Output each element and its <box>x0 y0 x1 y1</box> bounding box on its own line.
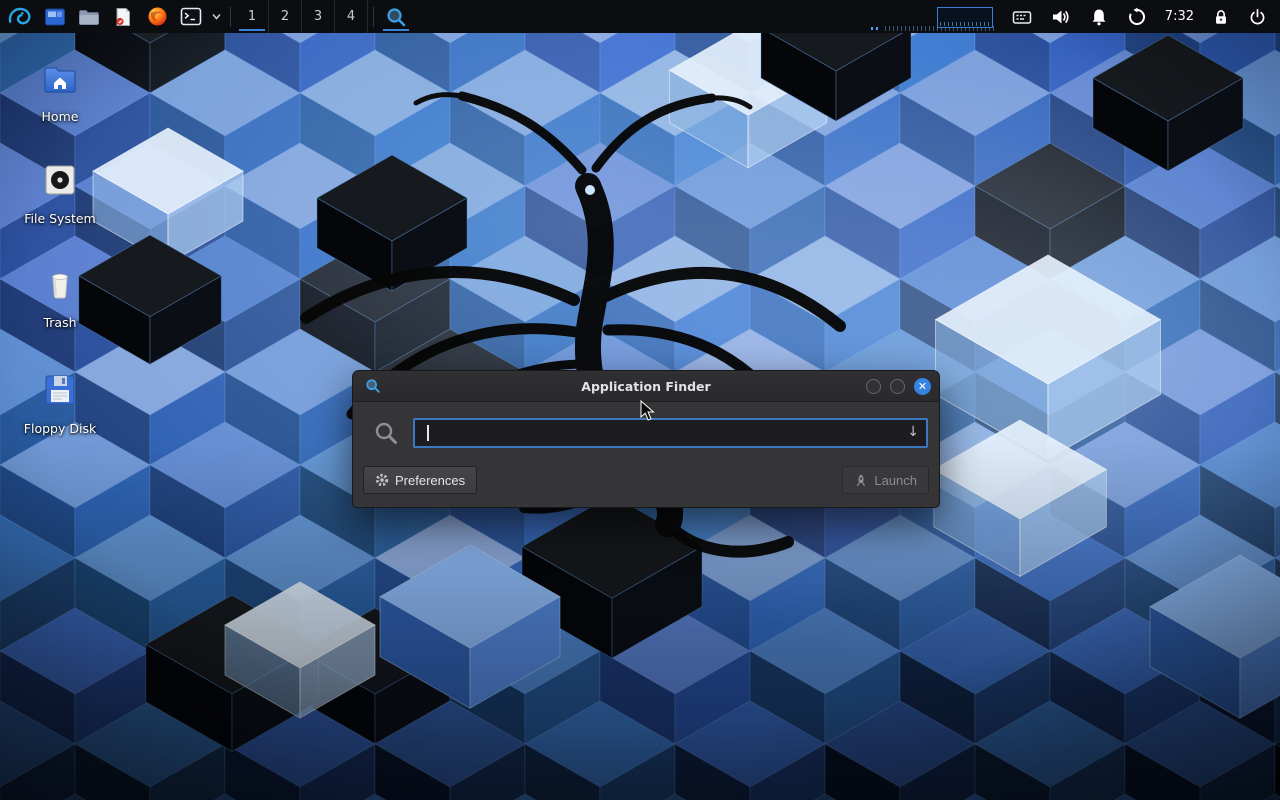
desktop-icon-label: File System <box>24 211 96 226</box>
chevron-down-icon <box>211 11 222 22</box>
logout-power-button[interactable] <box>1239 0 1276 33</box>
bell-icon <box>1089 7 1109 27</box>
monitor-graph-box <box>937 7 993 28</box>
panel-separator <box>230 7 231 27</box>
clock[interactable]: 7:32 <box>1156 0 1203 33</box>
kali-logo-icon <box>6 4 32 30</box>
gear-icon <box>375 473 389 487</box>
search-input-field[interactable] <box>429 422 900 444</box>
monitor-graph-dots <box>871 27 880 30</box>
notifications[interactable] <box>1080 0 1118 33</box>
taskbar-item-terminal[interactable] <box>174 0 208 33</box>
launch-button[interactable]: Launch <box>842 466 929 494</box>
panel-separator <box>373 7 374 27</box>
workspace-2[interactable]: 2 <box>269 0 302 33</box>
speaker-icon <box>1050 7 1071 27</box>
taskbar-item-document[interactable] <box>106 0 140 33</box>
firefox-icon <box>147 6 168 27</box>
top-panel: 1 2 3 4 <box>0 0 1280 33</box>
workspace-3[interactable]: 3 <box>302 0 335 33</box>
minimize-button[interactable] <box>866 379 881 394</box>
system-monitor-widget[interactable] <box>871 0 997 33</box>
window-title: Application Finder <box>353 379 939 394</box>
button-row: Preferences Launch <box>353 452 939 507</box>
updates-indicator[interactable] <box>1118 0 1156 33</box>
keyboard-icon <box>1012 7 1032 27</box>
workspace-4[interactable]: 4 <box>335 0 368 33</box>
file-system-icon <box>42 162 78 198</box>
application-finder-window: Application Finder ✕ ↓ Preferences <box>352 370 940 508</box>
terminal-dropdown-button[interactable] <box>208 0 225 33</box>
lock-icon <box>1212 7 1230 27</box>
search-row: ↓ <box>353 402 939 452</box>
desktop-icon-label: Home <box>42 109 79 124</box>
panel-left: 1 2 3 4 <box>0 0 413 33</box>
preferences-button[interactable]: Preferences <box>363 466 477 494</box>
folder-icon <box>78 7 100 27</box>
floppy-disk-icon <box>42 372 78 408</box>
taskbar-item-window[interactable] <box>38 0 72 33</box>
taskbar-item-application-finder[interactable] <box>379 0 413 33</box>
trash-icon <box>42 266 78 302</box>
magnifier-icon <box>385 6 407 28</box>
close-button[interactable]: ✕ <box>914 378 931 395</box>
clock-label: 7:32 <box>1165 9 1194 24</box>
applications-menu-button[interactable] <box>0 0 38 33</box>
workspace-label: 2 <box>281 9 289 24</box>
maximize-button[interactable] <box>890 379 905 394</box>
launch-label: Launch <box>874 473 917 488</box>
window-buttons: ✕ <box>866 371 931 401</box>
screen-lock[interactable] <box>1203 0 1239 33</box>
home-folder-icon <box>42 60 78 96</box>
volume-control[interactable] <box>1041 0 1080 33</box>
power-icon <box>1248 7 1267 27</box>
desktop-icon-label: Trash <box>43 315 76 330</box>
entry-dropdown-arrow-icon[interactable]: ↓ <box>907 424 919 440</box>
desktop-icon-file-system[interactable]: File System <box>12 162 108 226</box>
workspace-1[interactable]: 1 <box>236 0 269 33</box>
desktop-icon-trash[interactable]: Trash <box>12 266 108 330</box>
workspace-label: 4 <box>347 9 355 24</box>
workspace-label: 1 <box>248 9 256 24</box>
desktop-icon-floppy-disk[interactable]: Floppy Disk <box>12 372 108 436</box>
rocket-icon <box>854 473 868 488</box>
taskbar-item-file-manager[interactable] <box>72 0 106 33</box>
desktop-icon-home[interactable]: Home <box>12 60 108 124</box>
terminal-icon <box>180 7 202 26</box>
keyboard-indicator[interactable] <box>1003 0 1041 33</box>
taskbar-item-firefox[interactable] <box>140 0 174 33</box>
workspace-label: 3 <box>314 9 322 24</box>
panel-right: 7:32 <box>871 0 1280 33</box>
desktop-icon-label: Floppy Disk <box>24 421 96 436</box>
window-icon <box>44 7 66 27</box>
preferences-label: Preferences <box>395 473 465 488</box>
search-icon <box>373 420 399 446</box>
titlebar[interactable]: Application Finder ✕ <box>353 371 939 402</box>
document-icon <box>113 7 133 27</box>
update-arrow-icon <box>1127 7 1147 27</box>
search-input[interactable]: ↓ <box>413 418 928 448</box>
